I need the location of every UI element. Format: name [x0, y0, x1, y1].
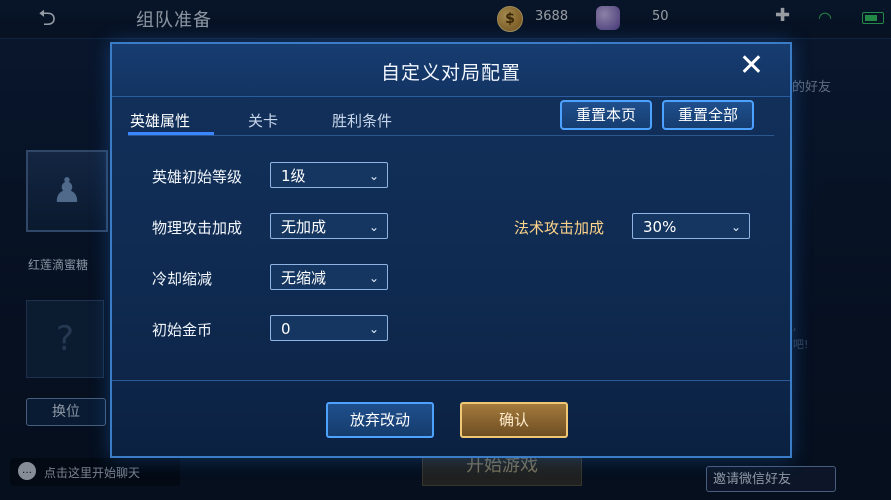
magic-attack-select[interactable]: 30% ⌄: [632, 213, 750, 239]
cooldown-label: 冷却缩减: [152, 270, 213, 288]
magic-attack-value: 30%: [643, 218, 677, 236]
chevron-down-icon: ⌄: [730, 220, 741, 234]
reset-all-button[interactable]: 重置全部: [662, 100, 754, 130]
cooldown-select[interactable]: 无缩减 ⌄: [270, 264, 388, 290]
tab-win-conditions[interactable]: 胜利条件: [332, 110, 392, 131]
hero-level-select[interactable]: 1级 ⌄: [270, 162, 388, 188]
chevron-down-icon: ⌄: [368, 220, 379, 234]
chevron-down-icon: ⌄: [368, 169, 379, 183]
hero-level-value: 1级: [281, 167, 306, 185]
hero-level-label: 英雄初始等级: [152, 168, 243, 186]
tab-stages[interactable]: 关卡: [248, 110, 278, 131]
custom-match-dialog: 自定义对局配置 ✕ 英雄属性 关卡 胜利条件 重置本页 重置全部 英雄初始等级 …: [110, 42, 792, 458]
magic-attack-label: 法术攻击加成: [514, 219, 605, 237]
dialog-title: 自定义对局配置: [380, 62, 521, 84]
starting-gold-select[interactable]: 0 ⌄: [270, 315, 388, 341]
tab-divider: [128, 135, 774, 136]
starting-gold-label: 初始金币: [152, 321, 213, 339]
chevron-down-icon: ⌄: [368, 322, 379, 336]
close-icon[interactable]: ✕: [739, 50, 764, 82]
physical-attack-select[interactable]: 无加成 ⌄: [270, 213, 388, 239]
confirm-button[interactable]: 确认: [460, 402, 568, 438]
chevron-down-icon: ⌄: [368, 271, 379, 285]
footer-divider: [112, 380, 790, 381]
tab-hero-attributes[interactable]: 英雄属性: [130, 110, 190, 131]
dialog-header: 自定义对局配置 ✕: [112, 44, 790, 97]
abandon-changes-button[interactable]: 放弃改动: [326, 402, 434, 438]
cooldown-value: 无缩减: [281, 269, 327, 287]
starting-gold-value: 0: [281, 320, 291, 338]
reset-page-button[interactable]: 重置本页: [560, 100, 652, 130]
physical-attack-value: 无加成: [281, 218, 327, 236]
physical-attack-label: 物理攻击加成: [152, 219, 243, 237]
